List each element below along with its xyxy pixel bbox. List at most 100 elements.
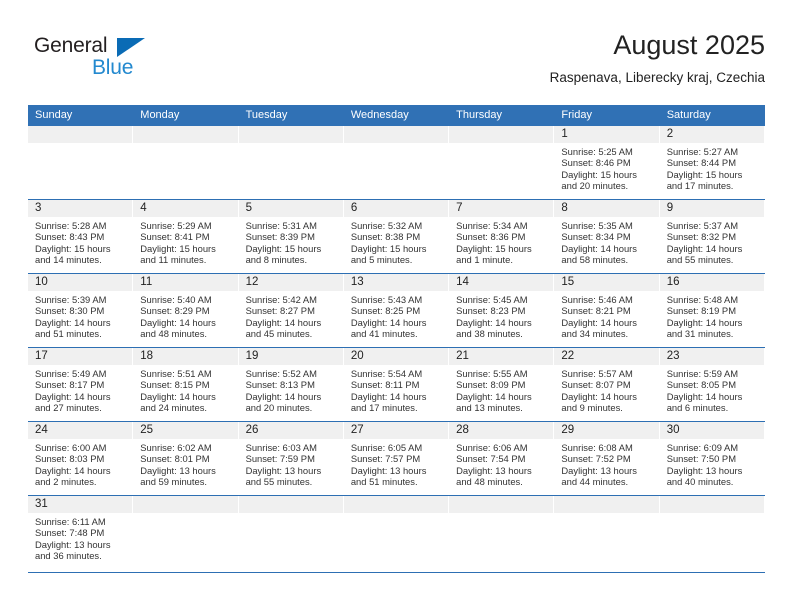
calendar-day-cell[interactable]: 21 Sunrise: 5:55 AM Sunset: 8:09 PM Dayligh… [449,348,555,421]
calendar-day-cell[interactable]: 12 Sunrise: 5:42 AM Sunset: 8:27 PM Dayligh… [238,274,344,347]
calendar-day-cell[interactable]: 24 Sunrise: 6:00 AM Sunset: 8:03 PM Dayligh… [28,422,134,495]
daylight-text: and 59 minutes. [140,476,207,488]
daylight-text: Daylight: 13 hours [456,464,532,476]
daylight-text: and 17 minutes. [666,180,734,192]
calendar-day-cell[interactable]: 25 Sunrise: 6:02 AM Sunset: 8:01 PM Dayligh… [133,422,239,495]
day-number [238,496,343,513]
calendar-day-cell[interactable]: 4 Sunrise: 5:29 AM Sunset: 8:41 PM Daylight… [133,200,239,273]
day-number: 21 [449,348,554,365]
calendar-week-row: 1 Sunrise: 5:25 AM Sunset: 8:46 PM Daylight… [28,126,765,199]
sunset-text: Sunset: 8:39 PM [245,231,315,243]
daylight-text: and 20 minutes. [561,180,629,192]
calendar-day-cell[interactable]: 17 Sunrise: 5:49 AM Sunset: 8:17 PM Dayligh… [28,348,134,421]
sunset-text: Sunset: 8:46 PM [561,157,631,169]
day-number: 1 [554,126,659,143]
sunset-text: Sunset: 7:59 PM [245,453,315,465]
daylight-text: and 51 minutes. [35,328,102,340]
calendar-day-cell[interactable]: 15 Sunrise: 5:46 AM Sunset: 8:21 PM Dayligh… [554,274,660,347]
calendar-day-cell[interactable]: 3 Sunrise: 5:28 AM Sunset: 8:43 PM Daylight… [28,200,134,273]
sunset-text: Sunset: 8:15 PM [140,379,210,391]
calendar-day-cell[interactable]: 16 Sunrise: 5:48 AM Sunset: 8:19 PM Dayligh… [659,274,765,347]
general-blue-logo: General Blue [34,34,174,86]
sunrise-text: Sunrise: 5:59 AM [666,368,739,379]
day-details: Sunrise: 5:32 AM Sunset: 8:38 PM Daylight:… [344,217,448,266]
calendar-day-cell[interactable]: 20 Sunrise: 5:54 AM Sunset: 8:11 PM Dayligh… [343,348,450,421]
calendar-day-cell-empty [449,126,555,199]
day-number [133,496,238,513]
calendar-day-cell[interactable]: 1 Sunrise: 5:25 AM Sunset: 8:46 PM Daylight… [554,126,660,199]
sunset-text: Sunset: 8:03 PM [35,453,105,465]
day-number [449,126,554,143]
day-number: 29 [554,422,659,439]
calendar-day-cell[interactable]: 19 Sunrise: 5:52 AM Sunset: 8:13 PM Dayligh… [238,348,344,421]
day-details: Sunrise: 5:39 AM Sunset: 8:30 PM Daylight:… [28,291,132,340]
sunset-text: Sunset: 7:54 PM [456,453,526,465]
day-details: Sunrise: 6:11 AM Sunset: 7:48 PM Daylight:… [28,513,132,562]
calendar-day-cell[interactable]: 11 Sunrise: 5:40 AM Sunset: 8:29 PM Dayligh… [133,274,239,347]
daylight-text: and 48 minutes. [140,328,207,340]
day-number: 3 [28,200,133,217]
calendar-day-cell[interactable]: 8 Sunrise: 5:35 AM Sunset: 8:34 PM Daylight… [554,200,660,273]
calendar-day-cell[interactable]: 2 Sunrise: 5:27 AM Sunset: 8:44 PM Daylight… [659,126,765,199]
calendar-day-cell[interactable]: 10 Sunrise: 5:39 AM Sunset: 8:30 PM Dayligh… [28,274,134,347]
day-number: 12 [238,274,343,291]
calendar-week-row: 10 Sunrise: 5:39 AM Sunset: 8:30 PM Dayligh… [28,273,765,347]
calendar-day-cell[interactable]: 26 Sunrise: 6:03 AM Sunset: 7:59 PM Dayligh… [238,422,344,495]
sunset-text: Sunset: 8:17 PM [35,379,105,391]
daylight-text: and 34 minutes. [561,328,629,340]
daylight-text: Daylight: 15 hours [561,168,637,180]
daylight-text: Daylight: 15 hours [245,242,322,254]
sunset-text: Sunset: 8:36 PM [456,231,526,243]
daylight-text: Daylight: 14 hours [35,316,111,328]
day-details: Sunrise: 5:46 AM Sunset: 8:21 PM Daylight:… [554,291,658,340]
daylight-text: Daylight: 13 hours [666,464,743,476]
daylight-text: and 9 minutes. [561,402,623,414]
daylight-text: Daylight: 14 hours [561,390,637,402]
day-details: Sunrise: 5:52 AM Sunset: 8:13 PM Daylight:… [239,365,343,414]
calendar-week-row: 24 Sunrise: 6:00 AM Sunset: 8:03 PM Dayligh… [28,421,765,495]
daylight-text: and 14 minutes. [35,254,102,266]
calendar-day-cell[interactable]: 9 Sunrise: 5:37 AM Sunset: 8:32 PM Daylight… [659,200,765,273]
day-details: Sunrise: 5:49 AM Sunset: 8:17 PM Daylight:… [28,365,132,414]
daylight-text: and 17 minutes. [350,402,418,414]
day-number: 14 [449,274,554,291]
daylight-text: Daylight: 15 hours [140,242,216,254]
day-details: Sunrise: 6:06 AM Sunset: 7:54 PM Daylight:… [449,439,553,488]
calendar-day-cell[interactable]: 13 Sunrise: 5:43 AM Sunset: 8:25 PM Dayligh… [343,274,450,347]
calendar-day-cell[interactable]: 30 Sunrise: 6:09 AM Sunset: 7:50 PM Dayligh… [659,422,765,495]
calendar-day-cell[interactable]: 14 Sunrise: 5:45 AM Sunset: 8:23 PM Dayligh… [449,274,555,347]
day-number [28,126,133,143]
calendar-day-cell[interactable]: 7 Sunrise: 5:34 AM Sunset: 8:36 PM Daylight… [449,200,555,273]
day-number: 15 [554,274,659,291]
sunset-text: Sunset: 8:13 PM [245,379,315,391]
daylight-text: Daylight: 14 hours [35,464,111,476]
daylight-text: Daylight: 15 hours [666,168,743,180]
day-number [343,126,449,143]
daylight-text: Daylight: 15 hours [35,242,111,254]
calendar-day-cell-empty [238,126,344,199]
daylight-text: and 31 minutes. [666,328,734,340]
calendar-day-cell[interactable]: 18 Sunrise: 5:51 AM Sunset: 8:15 PM Dayligh… [133,348,239,421]
daylight-text: and 58 minutes. [561,254,629,266]
day-details: Sunrise: 5:37 AM Sunset: 8:32 PM Daylight:… [660,217,764,266]
calendar-day-cell[interactable]: 5 Sunrise: 5:31 AM Sunset: 8:39 PM Daylight… [238,200,344,273]
daylight-text: Daylight: 14 hours [35,390,111,402]
calendar-day-cell[interactable]: 31 Sunrise: 6:11 AM Sunset: 7:48 PM Dayligh… [28,496,134,572]
calendar-day-cell-empty [133,496,239,572]
calendar-day-cell[interactable]: 22 Sunrise: 5:57 AM Sunset: 8:07 PM Dayligh… [554,348,660,421]
day-details: Sunrise: 5:25 AM Sunset: 8:46 PM Daylight:… [554,143,658,192]
day-number: 8 [554,200,659,217]
calendar-day-cell[interactable]: 29 Sunrise: 6:08 AM Sunset: 7:52 PM Dayligh… [554,422,660,495]
calendar-day-cell[interactable]: 28 Sunrise: 6:06 AM Sunset: 7:54 PM Dayligh… [449,422,555,495]
day-number: 26 [238,422,343,439]
sunrise-text: Sunrise: 6:02 AM [140,442,212,453]
sunset-text: Sunset: 7:50 PM [666,453,736,465]
calendar-day-cell[interactable]: 6 Sunrise: 5:32 AM Sunset: 8:38 PM Daylight… [343,200,450,273]
location-subtitle: Raspenava, Liberecky kraj, Czechia [549,70,765,85]
daylight-text: Daylight: 15 hours [350,242,427,254]
calendar-day-cell[interactable]: 27 Sunrise: 6:05 AM Sunset: 7:57 PM Dayligh… [343,422,450,495]
day-number [343,496,449,513]
day-details: Sunrise: 5:28 AM Sunset: 8:43 PM Daylight:… [28,217,132,266]
calendar-day-cell[interactable]: 23 Sunrise: 5:59 AM Sunset: 8:05 PM Dayligh… [659,348,765,421]
sunrise-text: Sunrise: 5:34 AM [456,220,528,231]
